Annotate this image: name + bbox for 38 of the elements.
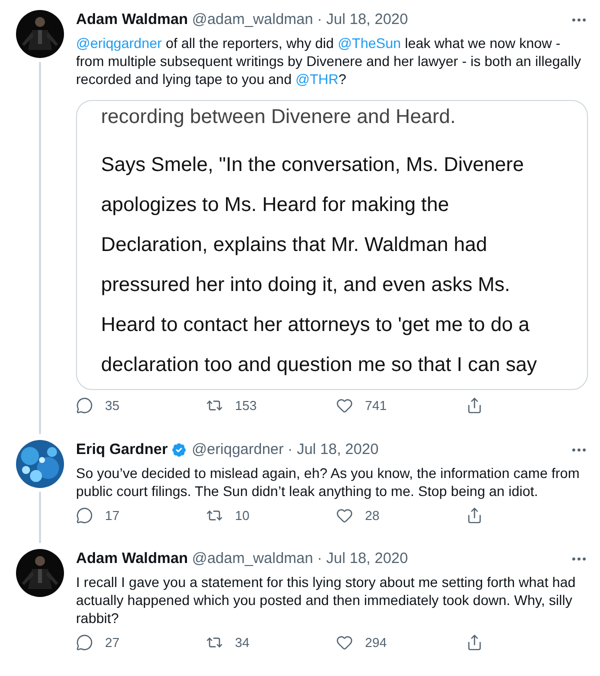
count: 741 xyxy=(365,397,387,415)
tweet-text: I recall I gave you a statement for this lying story about me setting forth what had actually happened which you posted and then immediately took down. Why, silly rabbit? xyxy=(76,573,577,627)
count: 10 xyxy=(235,506,250,524)
document-line: pressured her into doing it, and even asks Ms. xyxy=(101,273,512,298)
count: 153 xyxy=(235,397,257,415)
tweet-date[interactable]: · Jul 18, 2020 xyxy=(288,440,379,460)
count: 35 xyxy=(105,397,120,415)
document-line: Declaration, explains that Mr. Waldman had xyxy=(101,233,488,258)
share-icon[interactable] xyxy=(466,634,483,652)
author-handle[interactable]: @eriqgardner xyxy=(192,440,284,460)
document-line: recording between Divenere and Heard. xyxy=(101,105,457,129)
author-handle[interactable]: @adam_waldman xyxy=(192,549,314,569)
author-name[interactable]: Adam Waldman xyxy=(76,10,188,30)
reply-icon[interactable] xyxy=(76,506,93,524)
count: 17 xyxy=(105,506,120,524)
tweet-date[interactable]: · Jul 18, 2020 xyxy=(317,549,408,569)
reply-icon[interactable] xyxy=(76,397,93,414)
share-icon[interactable] xyxy=(466,397,483,414)
tweet-date[interactable]: · Jul 18, 2020 xyxy=(317,10,408,30)
like-icon[interactable] xyxy=(336,397,353,414)
document-line: apologizes to Ms. Heard for making the xyxy=(101,193,450,218)
reply-icon[interactable] xyxy=(76,634,93,652)
author-handle[interactable]: @adam_waldman xyxy=(192,10,314,30)
like-icon[interactable] xyxy=(336,634,353,652)
tweet-text: So you’ve decided to mislead again, eh? As you know, the information came from public court filings. The Sun didn’t leak anything to me. Stop being an idiot. xyxy=(76,464,581,500)
count: 27 xyxy=(105,634,120,652)
document-line: Says Smele, "In the conversation, Ms. Divenere xyxy=(101,153,525,178)
count: 28 xyxy=(365,506,380,524)
document-line: Heard to contact her attorneys to 'get me to do a xyxy=(101,313,531,338)
count: 294 xyxy=(365,634,387,652)
like-icon[interactable] xyxy=(336,506,353,524)
author-name[interactable]: Eriq Gardner xyxy=(76,440,168,460)
count: 34 xyxy=(235,634,250,652)
share-icon[interactable] xyxy=(466,506,483,524)
document-line: declaration too and question me so that I can say xyxy=(101,353,538,378)
author-name[interactable]: Adam Waldman xyxy=(76,549,188,569)
attached-image[interactable] xyxy=(76,100,588,390)
tweet-text: @eriqgardner of all the reporters, why did @TheSun leak what we now know - from multiple subsequent writings by Divenere and her lawyer - is both an illegally recorded and lying tape to you and @THR? xyxy=(76,34,582,88)
